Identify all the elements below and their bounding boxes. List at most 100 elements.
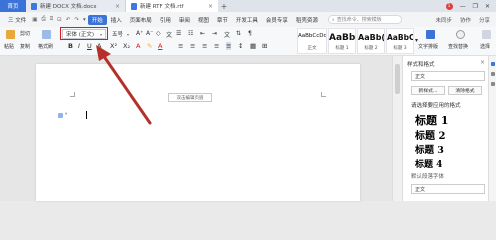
find-replace-icon[interactable] bbox=[456, 30, 465, 39]
format-painter-button[interactable]: 格式刷 bbox=[38, 43, 53, 50]
font-size-value: 五号 bbox=[112, 32, 124, 38]
menu-item-references[interactable]: 引用 bbox=[156, 16, 175, 24]
close-icon[interactable]: × bbox=[480, 59, 485, 66]
close-tab-icon[interactable]: × bbox=[208, 3, 213, 10]
page-margin-corner bbox=[321, 92, 326, 97]
share-button[interactable]: 分享 bbox=[479, 16, 490, 24]
align-center-icon[interactable]: ≡ bbox=[190, 42, 195, 50]
save-icon[interactable]: ▣ bbox=[30, 17, 39, 23]
chinese-layout-icon[interactable]: 文 bbox=[224, 30, 230, 39]
select-icon[interactable] bbox=[482, 30, 491, 39]
window-close-button[interactable]: ✕ bbox=[485, 3, 490, 10]
copy-button[interactable]: 复制 bbox=[20, 43, 30, 50]
justify-icon[interactable]: ≡ bbox=[214, 42, 219, 50]
paste-icon[interactable] bbox=[6, 30, 15, 39]
text-effect-icon[interactable]: A bbox=[136, 42, 140, 50]
line-spacing-icon[interactable]: ↕ bbox=[238, 42, 243, 50]
decrease-indent-icon[interactable]: ⇤ bbox=[200, 30, 205, 37]
paste-button[interactable]: 粘贴 bbox=[4, 43, 14, 50]
menu-item-view[interactable]: 视图 bbox=[194, 16, 213, 24]
select-button[interactable]: 选择 bbox=[480, 43, 490, 50]
document-page[interactable]: 双击编辑页眉 ▾ bbox=[36, 64, 360, 201]
print-icon[interactable]: ⌸ bbox=[48, 16, 55, 23]
menu-item-page-layout[interactable]: 页面布局 bbox=[126, 16, 156, 24]
quick-access-dropdown-icon[interactable]: ▾ bbox=[81, 17, 88, 23]
strikethrough-icon[interactable]: A bbox=[97, 42, 101, 50]
command-search-input[interactable]: ⌕ 查找命令、搜索模板 bbox=[327, 15, 402, 24]
cut-button[interactable]: 剪切 bbox=[20, 30, 30, 37]
file-menu[interactable]: 三 文件 bbox=[4, 16, 30, 24]
menu-item-insert[interactable]: 插入 bbox=[107, 16, 126, 24]
styles-and-formatting-pane: 样式和格式 × 正文 新样式... 清除格式 请选择要应用的格式 标题 1 标题… bbox=[402, 56, 488, 201]
notification-badge[interactable]: 1 bbox=[445, 2, 453, 10]
collaborate-button[interactable]: 协作 bbox=[460, 16, 471, 24]
styles-pane-icon[interactable] bbox=[491, 62, 495, 66]
shading-icon[interactable]: ▦ bbox=[250, 42, 256, 50]
font-size-select[interactable]: 五号 ▾ bbox=[110, 29, 132, 39]
text-layout-button[interactable]: 文字排版 bbox=[418, 43, 438, 50]
new-style-button[interactable]: 新样式... bbox=[411, 86, 445, 95]
print-preview-icon[interactable]: ⊡ bbox=[55, 17, 64, 23]
default-font-label[interactable]: 默认段落字体 bbox=[411, 172, 444, 180]
superscript-icon[interactable]: X² bbox=[110, 42, 117, 50]
redo-icon[interactable]: ↷ bbox=[72, 17, 81, 23]
menu-item-home[interactable]: 开始 bbox=[87, 14, 107, 25]
text-layout-icon[interactable] bbox=[426, 30, 435, 39]
highlight-color-icon[interactable]: ✎ bbox=[147, 42, 152, 50]
select-pane-icon[interactable] bbox=[491, 72, 495, 76]
numbered-list-icon[interactable]: ☷ bbox=[188, 30, 193, 37]
style-heading-2[interactable]: AaBb( 标题 2 bbox=[357, 28, 385, 54]
edit-header-tooltip[interactable]: 双击编辑页眉 bbox=[168, 93, 212, 102]
style-heading-3[interactable]: AaBbC 标题 3 bbox=[386, 28, 414, 54]
heading-1-style[interactable]: 标题 1 bbox=[415, 112, 448, 128]
italic-icon[interactable]: I bbox=[78, 42, 80, 50]
menu-item-developer[interactable]: 开发工具 bbox=[232, 16, 262, 24]
shrink-font-icon[interactable]: A⁻ bbox=[146, 30, 153, 37]
heading-4-style[interactable]: 标题 4 bbox=[415, 157, 442, 170]
pinyin-icon[interactable]: 文 bbox=[166, 30, 172, 39]
style-normal[interactable]: AaBbCcDd 正文 bbox=[297, 28, 327, 54]
minimize-button[interactable]: — bbox=[460, 3, 466, 10]
show-marks-icon[interactable]: ¶ bbox=[248, 30, 252, 37]
grow-font-icon[interactable]: A⁺ bbox=[136, 30, 143, 37]
font-color-icon[interactable]: A bbox=[158, 42, 162, 50]
show-style-select[interactable]: 正文 bbox=[411, 184, 485, 194]
style-heading-1[interactable]: AaBb 标题 1 bbox=[328, 28, 356, 54]
properties-pane-icon[interactable] bbox=[491, 82, 495, 86]
sort-icon[interactable]: ⇅ bbox=[236, 30, 241, 37]
heading-2-style[interactable]: 标题 2 bbox=[415, 127, 445, 142]
close-tab-icon[interactable]: × bbox=[115, 3, 120, 10]
find-replace-button[interactable]: 查找替换 bbox=[448, 43, 468, 50]
menu-item-member[interactable]: 会员专享 bbox=[262, 16, 292, 24]
menu-item-sections[interactable]: 章节 bbox=[213, 16, 232, 24]
vertical-scrollbar[interactable] bbox=[392, 56, 402, 201]
bold-icon[interactable]: B bbox=[68, 42, 73, 50]
underline-icon[interactable]: U bbox=[87, 42, 92, 50]
increase-indent-icon[interactable]: ⇥ bbox=[212, 30, 217, 37]
clear-format-icon[interactable]: ◇ bbox=[156, 30, 161, 37]
clear-format-button[interactable]: 清除格式 bbox=[448, 86, 482, 95]
subscript-icon[interactable]: X₂ bbox=[123, 42, 130, 50]
sync-status[interactable]: 未同步 bbox=[435, 16, 452, 24]
paragraph-handle-icon[interactable] bbox=[58, 113, 63, 118]
scrollbar-thumb[interactable] bbox=[395, 64, 400, 94]
restore-button[interactable]: ❐ bbox=[473, 3, 478, 10]
document-tab-docx[interactable]: 新建 DOCX 文档.docx × bbox=[26, 0, 126, 12]
borders-icon[interactable]: ⊞ bbox=[262, 42, 267, 50]
align-right-icon[interactable]: ≡ bbox=[202, 42, 207, 50]
menu-item-review[interactable]: 审阅 bbox=[175, 16, 194, 24]
format-painter-icon[interactable] bbox=[42, 30, 51, 39]
export-pdf-icon[interactable]: ⎙ bbox=[39, 16, 47, 23]
heading-3-style[interactable]: 标题 3 bbox=[415, 142, 444, 156]
home-tab[interactable]: 首页 bbox=[0, 0, 26, 12]
bullet-list-icon[interactable]: ☰ bbox=[176, 30, 181, 37]
distributed-icon[interactable]: ≡ bbox=[226, 42, 232, 50]
menu-bar: 三 文件 ▣ ⎙ ⌸ ⊡ ↶ ↷ ▾ 开始 插入 页面布局 引用 审阅 视图 章… bbox=[0, 12, 496, 27]
menu-item-docer[interactable]: 稻壳资源 bbox=[292, 16, 322, 24]
document-tab-rtf[interactable]: 新建 RTF 文档.rtf × bbox=[126, 0, 218, 12]
undo-icon[interactable]: ↶ bbox=[64, 17, 73, 23]
align-left-icon[interactable]: ≡ bbox=[178, 42, 183, 50]
chevron-down-icon[interactable]: ▾ bbox=[65, 112, 67, 117]
new-tab-button[interactable]: + bbox=[218, 0, 230, 12]
current-style-select[interactable]: 正文 bbox=[411, 71, 485, 81]
